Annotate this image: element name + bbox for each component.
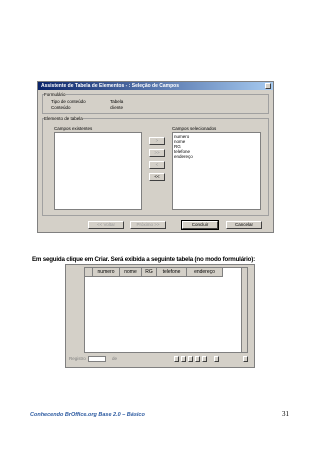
row-selector-header — [85, 268, 93, 277]
record-number-field[interactable] — [88, 356, 106, 362]
selected-fields-label: Campos selecionados — [172, 126, 217, 131]
scroll-left-icon[interactable] — [214, 356, 219, 362]
dialog-title: Assistente de Tabela de Elementos - : Se… — [41, 83, 180, 89]
grid-header: numero nome RG telefone endereço — [85, 268, 223, 277]
of-label: de — [112, 356, 118, 361]
available-fields-list[interactable] — [54, 132, 142, 210]
form-group-title: Formulário — [44, 92, 66, 97]
content-label: Conteúdo — [51, 105, 71, 110]
remove-all-fields-button[interactable]: << — [149, 173, 165, 181]
first-record-icon[interactable] — [174, 356, 179, 362]
record-navigation-bar: Registro de — [66, 354, 254, 366]
remove-field-button[interactable]: < — [149, 161, 165, 169]
column-header[interactable]: nome — [120, 268, 142, 277]
form-view-window: numero nome RG telefone endereço Registr… — [65, 264, 255, 368]
table-element-group-title: Elemento de tabela — [44, 116, 83, 121]
cancel-button[interactable]: Cancelar — [226, 221, 262, 229]
scroll-right-icon[interactable] — [243, 356, 248, 362]
table-grid[interactable]: numero nome RG telefone endereço — [84, 267, 248, 353]
add-all-fields-button[interactable]: >> — [149, 149, 165, 157]
selected-fields-list[interactable]: numero nome RG telefone endereço — [172, 132, 261, 210]
column-header[interactable]: telefone — [157, 268, 187, 277]
table-wizard-dialog: Assistente de Tabela de Elementos - : Se… — [37, 81, 274, 233]
available-fields-label: Campos existentes — [54, 126, 93, 131]
content-type-label: Tipo de conteúdo — [51, 99, 86, 104]
column-header[interactable]: RG — [142, 268, 157, 277]
list-item[interactable]: endereço — [173, 154, 260, 159]
column-header[interactable]: endereço — [187, 268, 223, 277]
last-record-icon[interactable] — [195, 356, 200, 362]
content-type-value: Tabela — [110, 99, 124, 104]
column-header[interactable]: numero — [93, 268, 120, 277]
vertical-scrollbar[interactable] — [241, 268, 247, 352]
form-group — [42, 94, 269, 114]
finish-button[interactable]: Concluir — [181, 220, 219, 230]
next-button[interactable]: Próximo >> — [130, 221, 166, 229]
caption-text: Em seguida clique em Criar. Será exibida… — [32, 256, 255, 263]
add-field-button[interactable]: > — [149, 137, 165, 145]
record-label: Registro — [69, 356, 86, 361]
new-record-icon[interactable] — [202, 356, 207, 362]
close-icon[interactable] — [265, 83, 271, 89]
page-number: 31 — [282, 410, 289, 418]
next-record-icon[interactable] — [188, 356, 193, 362]
previous-record-icon[interactable] — [181, 356, 186, 362]
content-value: cliente — [110, 105, 124, 110]
back-button[interactable]: << Voltar — [88, 221, 124, 229]
footer-text: Conhecendo BrOffice.org Base 2.0 – Básic… — [30, 412, 145, 418]
